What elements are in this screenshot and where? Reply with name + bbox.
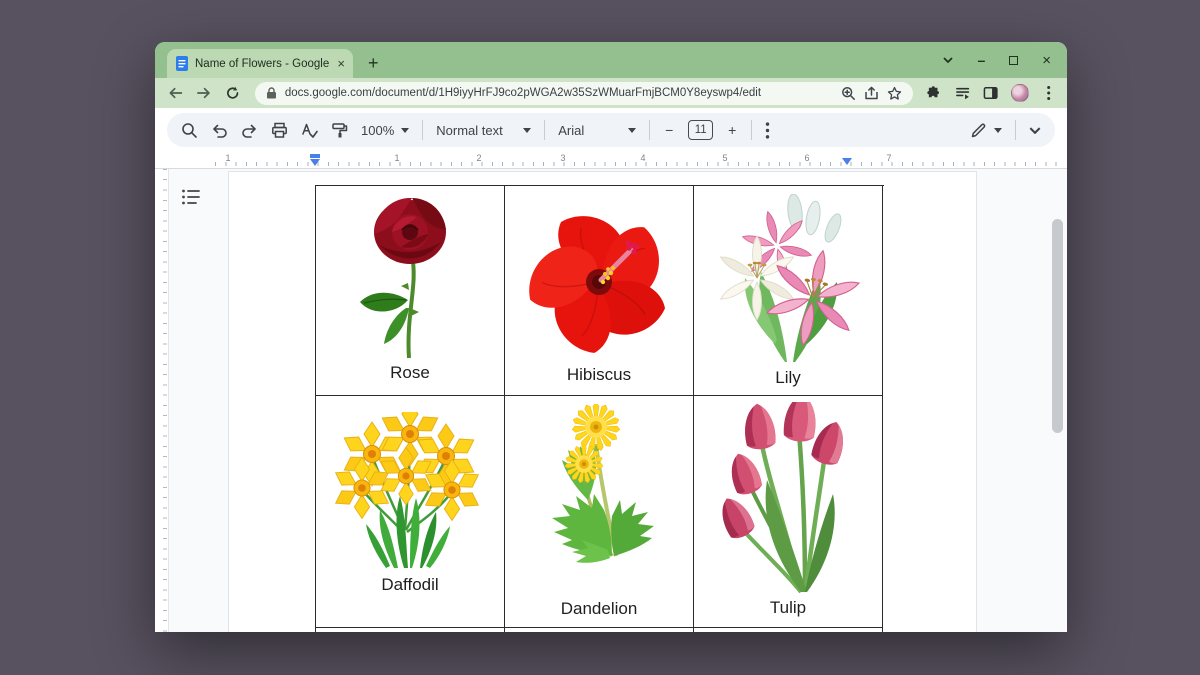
side-panel-icon[interactable] bbox=[983, 85, 998, 101]
paragraph-style-select[interactable]: Normal text bbox=[436, 123, 531, 138]
new-tab-button[interactable]: + bbox=[368, 49, 379, 78]
ruler-ticks bbox=[215, 162, 1059, 166]
tab-close-icon[interactable]: × bbox=[337, 57, 345, 70]
browser-toolbar: docs.google.com/document/d/1H9iyyHrFJ9co… bbox=[155, 78, 1067, 108]
search-icon[interactable] bbox=[181, 122, 198, 139]
more-options-icon[interactable] bbox=[765, 122, 770, 139]
table-cell-daffodil[interactable]: Daffodil bbox=[316, 396, 505, 628]
table-cell-rose[interactable]: Rose bbox=[316, 186, 505, 396]
ruler-number: 2 bbox=[475, 153, 483, 163]
toolbar-divider bbox=[544, 120, 545, 140]
lily-illustration bbox=[715, 194, 861, 364]
media-controls-icon[interactable] bbox=[955, 85, 970, 101]
forward-icon[interactable] bbox=[196, 85, 211, 101]
font-value: Arial bbox=[558, 123, 621, 138]
share-icon[interactable] bbox=[864, 86, 879, 101]
hibiscus-illustration bbox=[513, 202, 685, 360]
print-icon[interactable] bbox=[271, 122, 288, 139]
tab-title: Name of Flowers - Google Docs bbox=[195, 58, 330, 70]
document-area: Rose bbox=[155, 169, 1067, 632]
browser-window: Name of Flowers - Google Docs × + – × bbox=[155, 42, 1067, 632]
editing-mode-select[interactable] bbox=[970, 122, 1002, 139]
lock-icon bbox=[266, 87, 277, 99]
table-cell-hibiscus[interactable]: Hibiscus bbox=[505, 186, 694, 396]
horizontal-ruler: 1 1 2 3 4 5 6 7 bbox=[155, 152, 1067, 169]
redo-icon[interactable] bbox=[241, 122, 258, 139]
ruler-number: 3 bbox=[559, 153, 567, 163]
table-cell-lily[interactable]: Lily bbox=[694, 186, 883, 396]
dropdown-arrow-icon bbox=[401, 128, 409, 133]
pencil-icon bbox=[970, 122, 987, 139]
toolbar-divider bbox=[751, 120, 752, 140]
profile-avatar[interactable] bbox=[1011, 84, 1028, 102]
dropdown-arrow-icon bbox=[994, 128, 1002, 133]
left-indent-marker[interactable] bbox=[310, 154, 320, 166]
zoom-select[interactable]: 100% bbox=[361, 123, 409, 138]
ruler-number: 1 bbox=[393, 153, 401, 163]
flower-label: Lily bbox=[694, 368, 882, 388]
font-size-input[interactable]: 11 bbox=[688, 120, 713, 140]
flower-label: Rose bbox=[316, 363, 504, 383]
ruler-number: 1 bbox=[224, 153, 232, 163]
increase-font-size-button[interactable]: + bbox=[726, 122, 738, 138]
toolbar-divider bbox=[1015, 120, 1016, 140]
flower-table: Rose bbox=[315, 185, 884, 632]
google-docs-icon bbox=[176, 56, 188, 71]
docs-toolbar-pill: 100% Normal text Arial − 11 + bbox=[167, 113, 1055, 147]
ruler-number: 5 bbox=[721, 153, 729, 163]
font-family-select[interactable]: Arial bbox=[558, 123, 636, 138]
address-bar[interactable]: docs.google.com/document/d/1H9iyyHrFJ9co… bbox=[255, 82, 914, 105]
window-menu-chevron-icon[interactable] bbox=[943, 57, 953, 63]
window-controls: – × bbox=[943, 42, 1051, 78]
tab-strip: Name of Flowers - Google Docs × + – × bbox=[155, 42, 1067, 78]
spell-check-icon[interactable] bbox=[301, 122, 318, 139]
document-outline-icon[interactable] bbox=[180, 186, 202, 208]
table-cell-empty[interactable] bbox=[316, 628, 505, 632]
zoom-value: 100% bbox=[361, 123, 394, 138]
hide-menus-chevron-icon[interactable] bbox=[1029, 127, 1041, 134]
style-value: Normal text bbox=[436, 123, 516, 138]
minimize-button[interactable]: – bbox=[977, 52, 985, 68]
table-cell-empty[interactable] bbox=[694, 628, 883, 632]
right-indent-marker[interactable] bbox=[842, 158, 852, 165]
docs-toolbar: 100% Normal text Arial − 11 + bbox=[155, 108, 1067, 152]
extensions-icon[interactable] bbox=[926, 85, 941, 101]
toolbar-divider bbox=[649, 120, 650, 140]
tulip-illustration bbox=[709, 402, 867, 598]
url-text: docs.google.com/document/d/1H9iyyHrFJ9co… bbox=[285, 87, 834, 99]
undo-icon[interactable] bbox=[211, 122, 228, 139]
reload-icon[interactable] bbox=[225, 85, 240, 101]
daffodil-illustration bbox=[334, 412, 486, 570]
browser-menu-icon[interactable] bbox=[1042, 85, 1055, 101]
toolbar-divider bbox=[422, 120, 423, 140]
maximize-button[interactable] bbox=[1009, 56, 1018, 65]
rose-illustration bbox=[346, 196, 474, 364]
window-close-button[interactable]: × bbox=[1042, 52, 1051, 69]
paint-format-icon[interactable] bbox=[331, 122, 348, 139]
table-cell-tulip[interactable]: Tulip bbox=[694, 396, 883, 628]
flower-label: Hibiscus bbox=[505, 365, 693, 385]
flower-label: Dandelion bbox=[505, 599, 693, 619]
dropdown-arrow-icon bbox=[523, 128, 531, 133]
back-icon[interactable] bbox=[168, 85, 183, 101]
document-page[interactable]: Rose bbox=[228, 171, 977, 632]
flower-label: Daffodil bbox=[316, 575, 504, 595]
decrease-font-size-button[interactable]: − bbox=[663, 122, 675, 138]
flower-label: Tulip bbox=[694, 598, 882, 618]
dropdown-arrow-icon bbox=[628, 128, 636, 133]
vertical-ruler bbox=[155, 169, 169, 632]
zoom-icon[interactable] bbox=[841, 86, 856, 101]
ruler-number: 7 bbox=[885, 153, 893, 163]
ruler-number: 4 bbox=[639, 153, 647, 163]
vertical-scrollbar-thumb[interactable] bbox=[1052, 219, 1063, 433]
dandelion-illustration bbox=[524, 404, 674, 592]
table-cell-dandelion[interactable]: Dandelion bbox=[505, 396, 694, 628]
bookmark-star-icon[interactable] bbox=[887, 86, 902, 101]
ruler-number: 6 bbox=[803, 153, 811, 163]
table-cell-empty[interactable] bbox=[505, 628, 694, 632]
browser-tab[interactable]: Name of Flowers - Google Docs × bbox=[167, 49, 353, 78]
